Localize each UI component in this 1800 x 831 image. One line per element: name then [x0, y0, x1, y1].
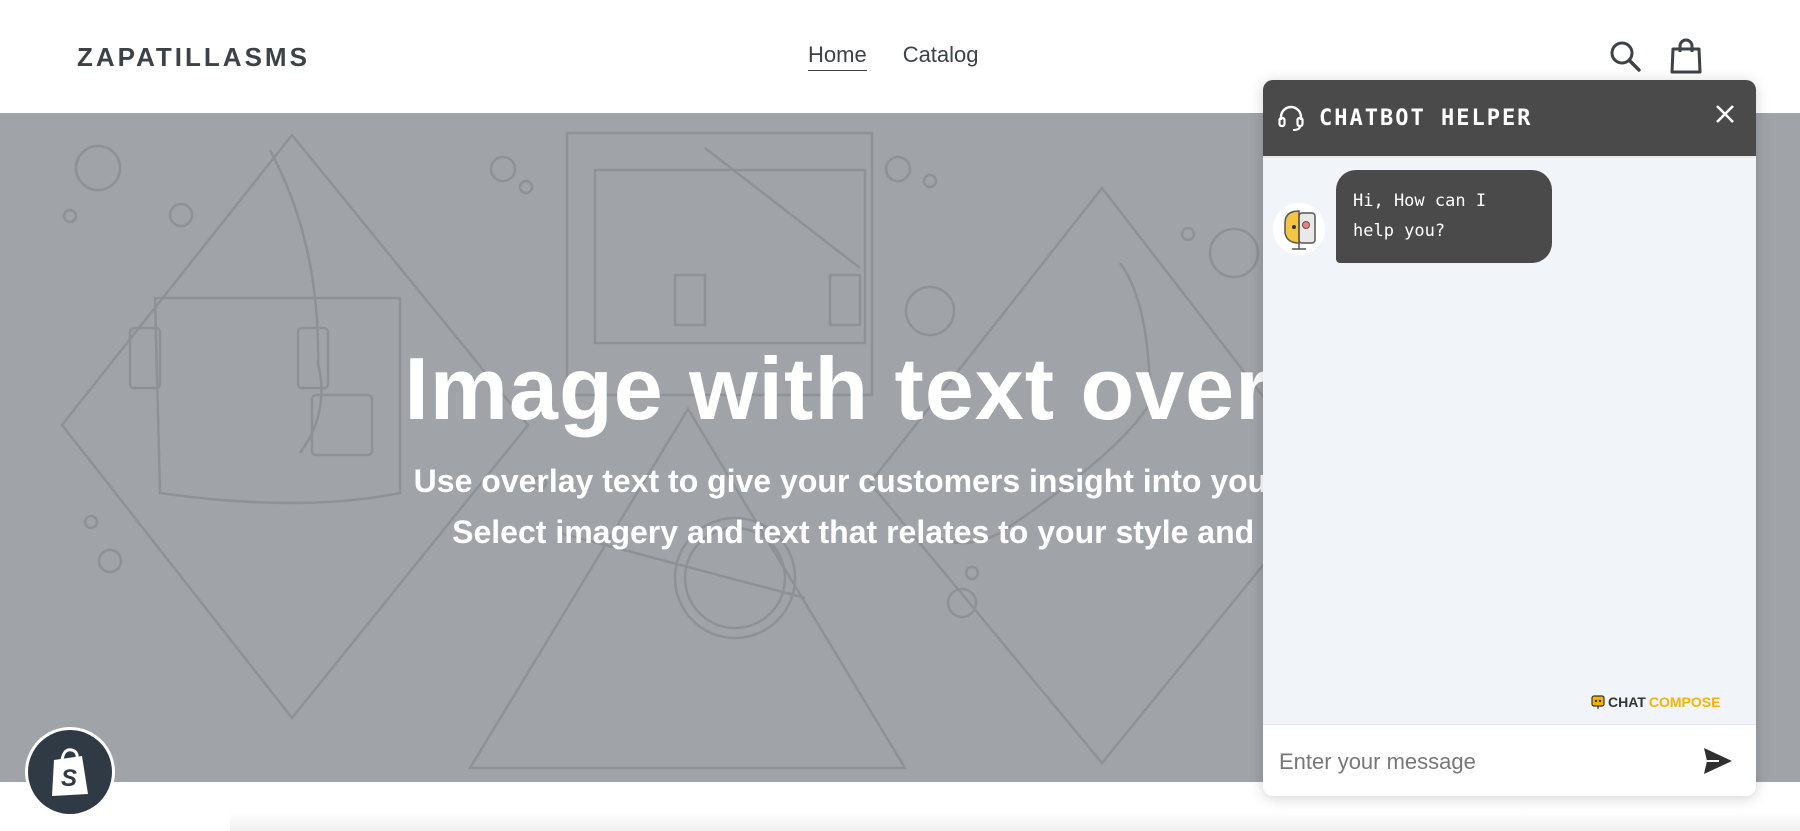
nav-home-link[interactable]: Home: [808, 42, 867, 71]
robot-face-icon: [1284, 210, 1316, 250]
branding-compose-text: COMPOSE: [1648, 694, 1721, 710]
chat-header: CHATBOT HELPER: [1263, 80, 1756, 158]
main-nav: Home Catalog: [808, 42, 979, 71]
store-logo[interactable]: ZAPATILLASMS: [77, 42, 310, 73]
search-icon[interactable]: [1608, 38, 1642, 74]
chat-message-input[interactable]: [1277, 743, 1681, 781]
chat-input-row: [1263, 724, 1756, 796]
bot-message-line2: help you?: [1353, 221, 1446, 241]
bot-avatar: [1273, 203, 1325, 255]
chat-messages[interactable]: Hi, How can I help you?: [1263, 158, 1756, 713]
svg-text:S: S: [61, 765, 77, 792]
bot-message-line1: Hi, How can I: [1353, 191, 1487, 211]
shopify-badge[interactable]: S: [28, 730, 112, 814]
nav-catalog-link[interactable]: Catalog: [903, 42, 979, 71]
chatcompose-logo-icon: [1591, 695, 1605, 709]
chat-title: CHATBOT HELPER: [1319, 106, 1533, 131]
shopify-bag-icon: S: [52, 748, 88, 796]
content-shadow: [230, 812, 1800, 831]
branding-chat-text: CHAT: [1608, 694, 1646, 710]
chatcompose-branding[interactable]: CHAT COMPOSE: [1591, 694, 1720, 710]
send-icon[interactable]: [1701, 745, 1735, 777]
close-icon[interactable]: [1711, 100, 1739, 128]
headset-icon: [1278, 105, 1304, 131]
cart-icon[interactable]: [1669, 38, 1703, 74]
bot-message-bubble: Hi, How can I help you?: [1336, 170, 1552, 263]
chatbot-widget: CHATBOT HELPER Hi, How can I help you? C…: [1263, 80, 1756, 796]
